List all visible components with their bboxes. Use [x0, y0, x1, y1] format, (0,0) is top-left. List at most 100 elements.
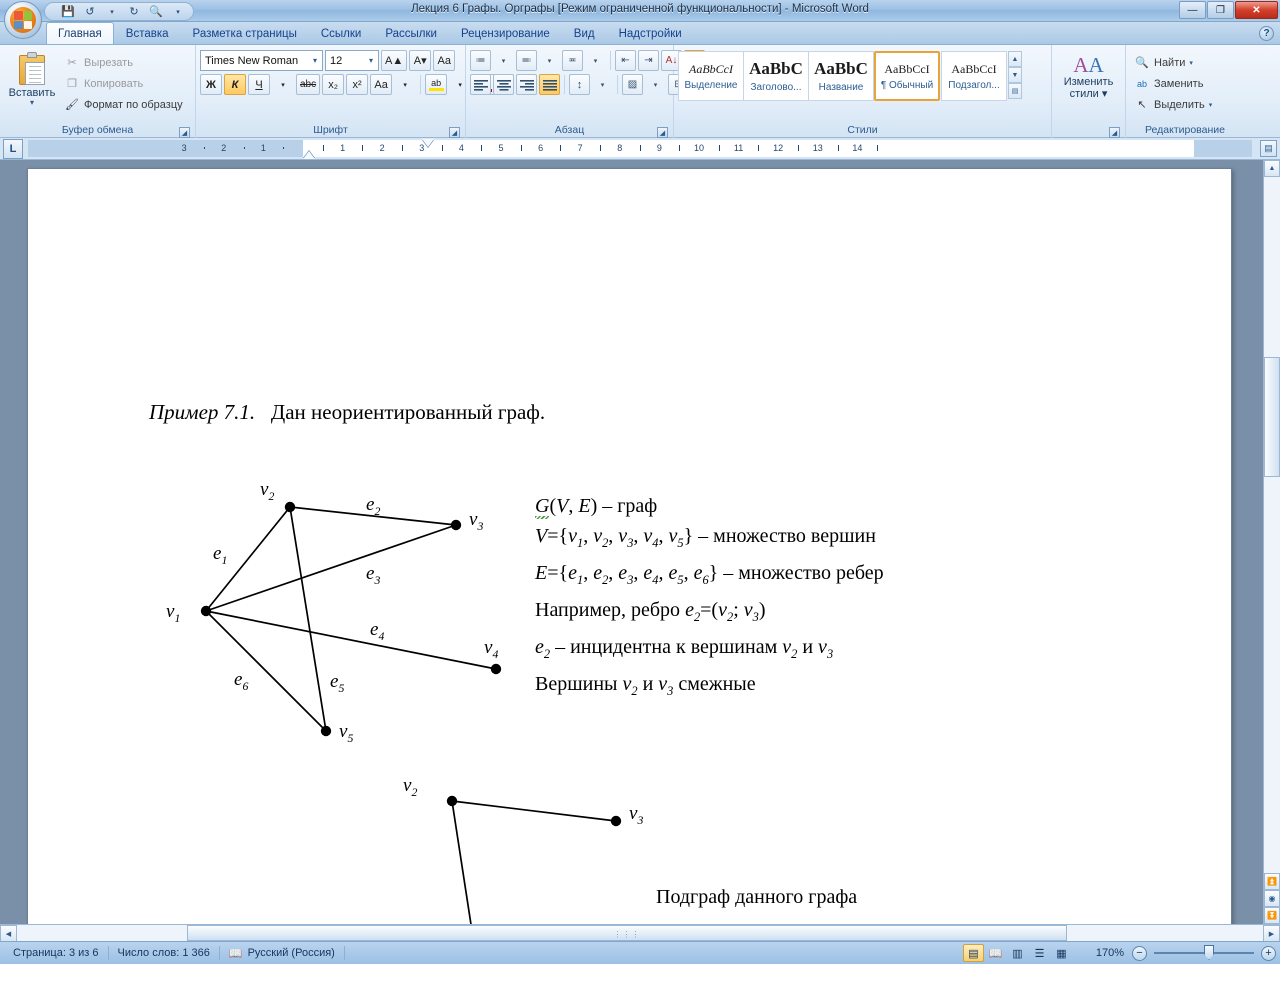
font-name-combo[interactable]: Times New Roman ▾ [200, 50, 323, 71]
zoom-level[interactable]: 170% [1080, 947, 1124, 959]
bullets-button[interactable]: ≔ [470, 50, 491, 71]
undo-dropdown-icon[interactable]: ▾ [103, 4, 121, 20]
office-button[interactable] [4, 1, 42, 39]
previous-page-icon[interactable]: ⏫ [1264, 873, 1280, 890]
multilevel-dropdown-icon[interactable]: ▾ [585, 50, 606, 71]
clear-formatting-button[interactable]: Aa [433, 50, 456, 71]
tab-vid[interactable]: Вид [562, 22, 607, 44]
align-center-button[interactable] [493, 74, 514, 95]
text-highlight-button[interactable]: ab [425, 74, 448, 95]
tab-vstavka[interactable]: Вставка [114, 22, 181, 44]
tab-glavnaya[interactable]: Главная [46, 22, 114, 44]
vscroll-thumb[interactable] [1264, 357, 1280, 477]
undo-icon[interactable]: ↺ [81, 4, 99, 20]
line-spacing-button[interactable]: ↕ [569, 74, 590, 95]
styles-scroll-up-icon[interactable]: ▲ [1008, 51, 1022, 67]
vertical-scrollbar[interactable]: ▲ ⏫ ◉ ⏬ ▼ [1263, 160, 1280, 941]
close-button[interactable]: ✕ [1235, 1, 1278, 19]
print-preview-icon[interactable]: 🔍 [147, 4, 165, 20]
cut-button[interactable]: ✂ Вырезать [60, 53, 187, 72]
subscript-button[interactable]: x₂ [322, 74, 345, 95]
paste-dropdown-icon[interactable]: ▾ [30, 99, 34, 107]
horizontal-scrollbar[interactable]: ◀ ⋮⋮⋮ ▶ [0, 924, 1280, 941]
styles-gallery[interactable]: AaBbCcI Выделение AaBbC Заголово... AaBb… [678, 50, 1022, 101]
save-icon[interactable]: 💾 [59, 4, 77, 20]
styles-dialog-launcher[interactable]: ◢ [1109, 127, 1120, 138]
style-obychnyy[interactable]: AaBbCcI ¶ Обычный [874, 51, 940, 101]
underline-dropdown-icon[interactable]: ▾ [272, 74, 294, 95]
zoom-in-button[interactable]: + [1261, 945, 1276, 961]
document-page[interactable]: Пример 7.1. Дан неориентированный граф. … [27, 168, 1232, 941]
find-dropdown-icon[interactable]: ▾ [1189, 59, 1193, 67]
hscroll-thumb[interactable]: ⋮⋮⋮ [187, 925, 1067, 941]
superscript-button[interactable]: x² [346, 74, 369, 95]
view-print-layout-icon[interactable]: ▤ [963, 944, 984, 962]
style-zagolovok[interactable]: AaBbC Заголово... [743, 51, 809, 101]
line-spacing-dropdown-icon[interactable]: ▾ [592, 74, 613, 95]
format-painter-button[interactable]: 🖌 Формат по образцу [60, 95, 187, 114]
restore-button[interactable]: ❐ [1207, 1, 1234, 19]
chevron-down-icon[interactable]: ▾ [310, 56, 320, 65]
word-count[interactable]: Число слов: 1 366 [109, 947, 219, 959]
copy-button[interactable]: ❐ Копировать [60, 74, 187, 93]
tab-nadstroyki[interactable]: Надстройки [607, 22, 694, 44]
zoom-out-button[interactable]: − [1132, 945, 1147, 961]
shading-button[interactable]: ▨ [622, 74, 643, 95]
bold-button[interactable]: Ж [200, 74, 222, 95]
tab-ssylki[interactable]: Ссылки [309, 22, 374, 44]
shrink-font-button[interactable]: A▾ [409, 50, 432, 71]
increase-indent-button[interactable]: ⇥ [638, 50, 659, 71]
scroll-up-icon[interactable]: ▲ [1264, 160, 1280, 177]
tab-rassylki[interactable]: Рассылки [373, 22, 449, 44]
chevron-down-icon[interactable]: ▾ [366, 56, 376, 65]
find-button[interactable]: 🔍 Найти ▾ [1130, 53, 1216, 72]
page-indicator[interactable]: Страница: 3 из 6 [4, 947, 108, 959]
vscroll-track[interactable] [1264, 177, 1280, 873]
select-button[interactable]: ↖ Выделить ▾ [1130, 95, 1216, 114]
first-line-indent-marker[interactable] [422, 139, 434, 147]
tab-recenzirovanie[interactable]: Рецензирование [449, 22, 562, 44]
font-dialog-launcher[interactable]: ◢ [449, 127, 460, 138]
minimize-button[interactable]: — [1179, 1, 1206, 19]
zoom-slider-handle[interactable] [1204, 945, 1214, 960]
align-justify-button[interactable] [539, 74, 560, 95]
numbering-button[interactable]: ≕ [516, 50, 537, 71]
scroll-left-icon[interactable]: ◀ [0, 925, 17, 941]
redo-icon[interactable]: ↻ [125, 4, 143, 20]
shading-dropdown-icon[interactable]: ▾ [645, 74, 666, 95]
clipboard-dialog-launcher[interactable]: ◢ [179, 127, 190, 138]
view-ruler-button[interactable]: ▤ [1260, 140, 1277, 157]
style-vydelenie[interactable]: AaBbCcI Выделение [678, 51, 744, 101]
align-left-button[interactable] [470, 74, 491, 95]
scroll-right-icon[interactable]: ▶ [1263, 925, 1280, 941]
change-case-button[interactable]: Aa [370, 74, 393, 95]
bullets-dropdown-icon[interactable]: ▾ [493, 50, 514, 71]
view-web-layout-icon[interactable]: ▥ [1007, 944, 1028, 962]
horizontal-ruler[interactable]: 3 2 1 1 2 3 4 5 6 7 8 9 10 11 12 13 14 [28, 139, 1252, 159]
next-page-icon[interactable]: ⏬ [1264, 907, 1280, 924]
quick-access-toolbar[interactable]: 💾 ↺ ▾ ↻ 🔍 ▾ [44, 2, 194, 21]
paragraph-dialog-launcher[interactable]: ◢ [657, 127, 668, 138]
multilevel-list-button[interactable]: ≖ [562, 50, 583, 71]
language-indicator[interactable]: 📖 Русский (Россия) [220, 947, 344, 960]
hscroll-track[interactable]: ⋮⋮⋮ [17, 925, 1263, 941]
align-right-button[interactable] [516, 74, 537, 95]
strikethrough-button[interactable]: abc [296, 74, 321, 95]
replace-button[interactable]: ab Заменить [1130, 74, 1216, 93]
styles-scroll-down-icon[interactable]: ▼ [1008, 67, 1022, 83]
help-icon[interactable]: ? [1259, 26, 1274, 41]
numbering-dropdown-icon[interactable]: ▾ [539, 50, 560, 71]
paste-button[interactable]: Вставить ▾ [4, 50, 60, 107]
change-styles-button[interactable]: AA Изменить стили ▾ [1056, 50, 1121, 100]
tab-stop-selector[interactable]: L [3, 138, 23, 159]
styles-more-icon[interactable]: ▤ [1008, 83, 1022, 99]
view-draft-icon[interactable]: ▦ [1051, 944, 1072, 962]
select-browse-object-icon[interactable]: ◉ [1264, 890, 1280, 907]
grow-font-button[interactable]: A▲ [381, 50, 408, 71]
italic-button[interactable]: К [224, 74, 246, 95]
font-size-combo[interactable]: 12 ▾ [325, 50, 379, 71]
underline-button[interactable]: Ч [248, 74, 270, 95]
zoom-slider[interactable] [1154, 945, 1254, 961]
change-case-dropdown-icon[interactable]: ▾ [394, 74, 416, 95]
view-outline-icon[interactable]: ☰ [1029, 944, 1050, 962]
